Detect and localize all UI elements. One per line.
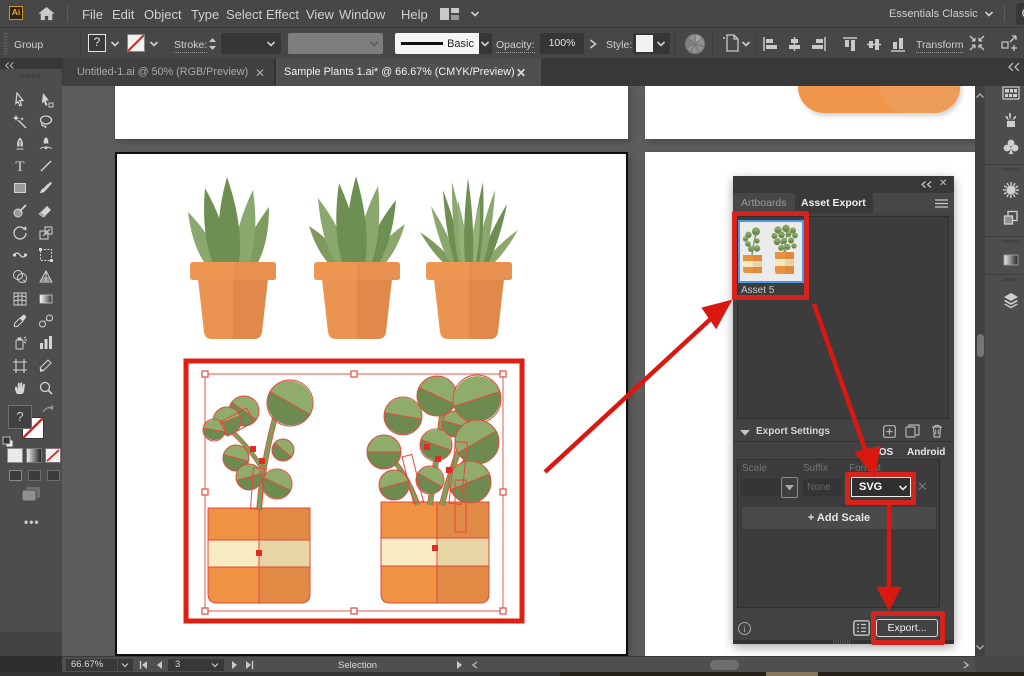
svg-text:T: T bbox=[15, 159, 24, 174]
